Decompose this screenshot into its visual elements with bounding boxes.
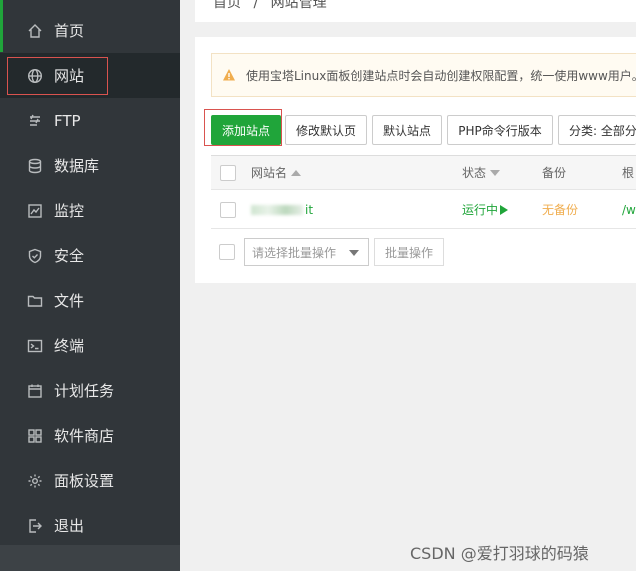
sidebar-item-home[interactable]: 首页 xyxy=(0,8,180,53)
batch-select-all-checkbox[interactable] xyxy=(219,244,235,260)
sidebar-item-label: 文件 xyxy=(54,292,85,310)
sidebar-item-security[interactable]: 安全 xyxy=(0,233,180,278)
header-site-name-label: 网站名 xyxy=(251,166,288,180)
site-status-label: 运行中 xyxy=(462,203,499,217)
sidebar-item-label: 监控 xyxy=(54,202,85,220)
sidebar-item-label: 首页 xyxy=(54,22,85,40)
batch-select-placeholder: 请选择批量操作 xyxy=(252,245,337,260)
php-cli-version-button[interactable]: PHP命令行版本 xyxy=(447,115,553,145)
header-status[interactable]: 状态 xyxy=(462,156,501,189)
site-backup-link[interactable]: 无备份 xyxy=(542,191,578,228)
site-status-toggle[interactable]: 运行中 xyxy=(462,191,509,228)
play-icon xyxy=(500,204,509,215)
site-name-link[interactable]: it xyxy=(251,191,313,228)
select-all-checkbox[interactable] xyxy=(220,165,236,181)
gear-icon xyxy=(27,473,43,489)
site-name-suffix: it xyxy=(305,202,314,217)
batch-operation-button[interactable]: 批量操作 xyxy=(374,238,444,266)
terminal-icon xyxy=(27,338,43,354)
database-icon xyxy=(27,158,43,174)
sidebar-item-label: FTP xyxy=(54,111,81,130)
website-annotation-box xyxy=(7,57,108,95)
sidebar-item-database[interactable]: 数据库 xyxy=(0,143,180,188)
permission-notice: 使用宝塔Linux面板创建站点时会自动创建权限配置，统一使用www用户。 xyxy=(211,53,636,97)
sidebar-item-monitor[interactable]: 监控 xyxy=(0,188,180,233)
sort-asc-icon xyxy=(291,169,302,176)
sidebar-item-terminal[interactable]: 终端 xyxy=(0,323,180,368)
permission-notice-text: 使用宝塔Linux面板创建站点时会自动创建权限配置，统一使用www用户。 xyxy=(246,68,636,83)
redacted-domain xyxy=(251,204,303,215)
default-site-button[interactable]: 默认站点 xyxy=(372,115,442,145)
csdn-watermark: CSDN @爱打羽球的码猿 xyxy=(410,544,589,563)
batch-operation-select[interactable]: 请选择批量操作 xyxy=(244,238,369,266)
header-status-label: 状态 xyxy=(462,166,487,180)
monitor-icon xyxy=(27,203,43,219)
sidebar: 首页 网站 FTP 数据库 监控 安全 文件 终端 计划任务 软件商店 面板设置 xyxy=(0,0,180,545)
sort-desc-icon xyxy=(490,169,501,176)
sidebar-item-cron[interactable]: 计划任务 xyxy=(0,368,180,413)
chevron-down-icon xyxy=(349,250,359,256)
sidebar-item-label: 安全 xyxy=(54,247,85,265)
logout-icon xyxy=(27,518,43,534)
header-site-name[interactable]: 网站名 xyxy=(251,156,302,189)
sidebar-footer xyxy=(0,545,180,571)
sidebar-item-panel-settings[interactable]: 面板设置 xyxy=(0,458,180,503)
category-filter-select[interactable]: 分类: 全部分 xyxy=(558,115,636,145)
sidebar-item-label: 退出 xyxy=(54,517,85,535)
header-root: 根 xyxy=(622,166,635,180)
ftp-icon xyxy=(27,113,43,129)
row-checkbox[interactable] xyxy=(220,202,236,218)
sidebar-item-files[interactable]: 文件 xyxy=(0,278,180,323)
add-site-annotation-box xyxy=(204,109,282,146)
sidebar-item-app-store[interactable]: 软件商店 xyxy=(0,413,180,458)
sidebar-item-label: 软件商店 xyxy=(54,427,115,445)
site-management-panel: 使用宝塔Linux面板创建站点时会自动创建权限配置，统一使用www用户。 添加站… xyxy=(195,37,636,283)
breadcrumb: 首页 / 网站管理 xyxy=(213,0,327,12)
breadcrumb-bar: 首页 / 网站管理 xyxy=(195,0,636,22)
breadcrumb-current: 网站管理 xyxy=(270,0,327,11)
apps-icon xyxy=(27,428,43,444)
edit-default-page-button[interactable]: 修改默认页 xyxy=(285,115,367,145)
warning-icon xyxy=(223,69,235,81)
header-backup: 备份 xyxy=(542,166,567,180)
calendar-icon xyxy=(27,383,43,399)
sidebar-item-label: 数据库 xyxy=(54,157,100,175)
site-root-link[interactable]: /w xyxy=(622,191,636,228)
site-table: 网站名 状态 备份 根 it 运行中 无备份 /w xyxy=(211,155,636,229)
folder-icon xyxy=(27,293,43,309)
sidebar-item-label: 面板设置 xyxy=(54,472,115,490)
breadcrumb-separator: / xyxy=(253,0,259,11)
table-header: 网站名 状态 备份 根 xyxy=(211,156,636,190)
breadcrumb-home[interactable]: 首页 xyxy=(213,0,241,11)
sidebar-item-label: 计划任务 xyxy=(54,382,115,400)
home-icon xyxy=(27,23,43,39)
shield-icon xyxy=(27,248,43,264)
sidebar-item-label: 终端 xyxy=(54,337,85,355)
sidebar-item-ftp[interactable]: FTP xyxy=(0,98,180,143)
table-row: it 运行中 无备份 /w xyxy=(211,191,636,229)
sidebar-item-logout[interactable]: 退出 xyxy=(0,503,180,548)
